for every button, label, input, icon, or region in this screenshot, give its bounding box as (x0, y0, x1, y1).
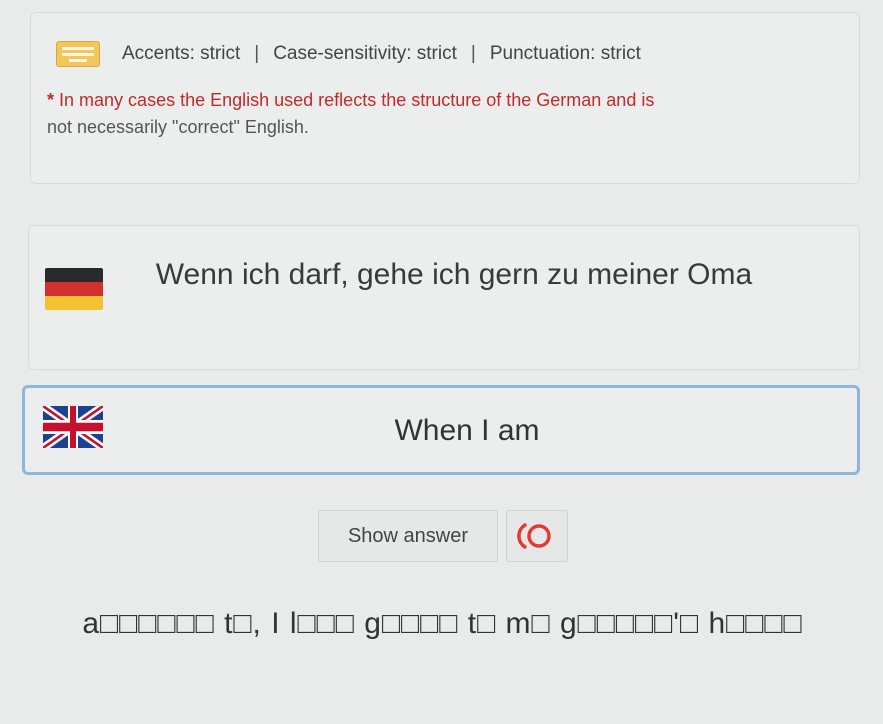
german-flag-icon (45, 268, 103, 310)
punctuation-setting: Punctuation: strict (489, 43, 641, 64)
english-structure-note: * In many cases the English used reflect… (47, 87, 847, 141)
german-sentence-card: Wenn ich darf, gehe ich gern zu meiner O… (28, 225, 860, 370)
speaker-icon (517, 523, 551, 549)
note-red-text: In many cases the English used reflects … (59, 90, 655, 110)
keyboard-icon (56, 41, 100, 67)
audio-button[interactable] (506, 510, 568, 562)
settings-panel: Accents: strict | Case-sensitivity: stri… (30, 12, 860, 184)
note-asterisk: * (47, 90, 55, 110)
answer-input[interactable] (115, 408, 819, 454)
answer-box (22, 385, 860, 475)
german-sentence: Wenn ich darf, gehe ich gern zu meiner O… (155, 258, 753, 291)
answer-hint: a□□□□□□ t□, I l□□□ g□□□□ t□ m□ g□□□□□'□ … (82, 607, 803, 640)
accents-setting: Accents: strict (122, 43, 241, 64)
show-answer-button[interactable]: Show answer (318, 510, 498, 562)
note-text: not necessarily "correct" English. (47, 117, 309, 137)
uk-flag-icon (43, 406, 103, 448)
case-sensitivity-setting: Case-sensitivity: strict (273, 43, 457, 64)
strictness-settings: Accents: strict | Case-sensitivity: stri… (56, 41, 641, 67)
separator: | (470, 43, 476, 64)
separator: | (254, 43, 260, 64)
